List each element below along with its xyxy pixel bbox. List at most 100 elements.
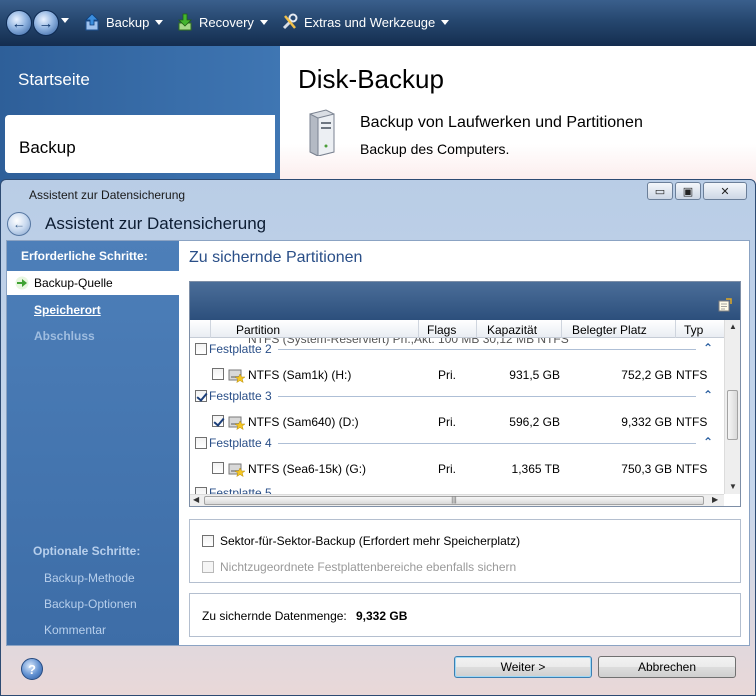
table-row[interactable]: NTFS (Sam640) (D:) Pri. 596,2 GB 9,332 G… bbox=[190, 411, 724, 433]
partition-table: Partition Flags Kapazität Belegter Platz… bbox=[189, 281, 741, 507]
partition-capacity: 596,2 GB bbox=[509, 415, 560, 429]
wizard-steps-panel: Erforderliche Schritte: Backup-Quelle Sp… bbox=[7, 241, 179, 645]
partition-name: NTFS (Sam1k) (H:) bbox=[248, 368, 352, 382]
back-icon[interactable]: ← bbox=[6, 10, 32, 36]
column-partition[interactable]: Partition bbox=[236, 323, 280, 337]
column-flags[interactable]: Flags bbox=[427, 323, 456, 337]
partition-type: NTFS bbox=[676, 462, 708, 476]
partition-used: 752,2 GB bbox=[621, 368, 672, 382]
disk-checkbox[interactable] bbox=[195, 343, 207, 355]
disk-row-festplatte-4[interactable]: Festplatte 4 ⌃ bbox=[190, 434, 724, 452]
forward-icon[interactable]: → bbox=[33, 10, 59, 36]
disk-row-festplatte-5[interactable]: Festplatte 5 bbox=[190, 484, 724, 494]
scroll-down-icon[interactable]: ▼ bbox=[729, 482, 737, 491]
backup-arrow-icon bbox=[85, 13, 99, 31]
scroll-thumb[interactable] bbox=[727, 390, 738, 440]
chevron-down-icon bbox=[259, 19, 268, 25]
maximize-icon: ▣ bbox=[682, 185, 694, 198]
close-button[interactable]: ✕ bbox=[703, 182, 747, 200]
table-rows: NTFS (System-Reserviert) Pri.,Akt. 100 M… bbox=[190, 338, 724, 494]
column-separator bbox=[561, 320, 562, 338]
partition-flags: Pri. bbox=[438, 462, 456, 476]
partition-capacity: 931,5 GB bbox=[509, 368, 560, 382]
horizontal-scrollbar[interactable]: ◀ ||| ▶ bbox=[190, 494, 724, 506]
step-storage-location[interactable]: Speicherort bbox=[34, 303, 101, 317]
menu-tools-label: Extras und Werkzeuge bbox=[304, 14, 436, 30]
tools-icon bbox=[282, 13, 298, 30]
column-separator bbox=[418, 320, 419, 338]
table-header: Partition Flags Kapazität Belegter Platz… bbox=[190, 320, 724, 338]
collapse-icon[interactable]: ⌃ bbox=[703, 435, 713, 449]
main-subtitle: Backup von Laufwerken und Partitionen bbox=[360, 114, 643, 131]
content-title: Zu sichernde Partitionen bbox=[189, 249, 363, 266]
sidebar-item-backup-label: Backup bbox=[19, 138, 76, 157]
table-row[interactable]: NTFS (Sea6-15k) (G:) Pri. 1,365 TB 750,3… bbox=[190, 458, 724, 480]
divider bbox=[278, 396, 696, 397]
disk-row-festplatte-2[interactable]: Festplatte 2 ⌃ bbox=[190, 340, 724, 358]
column-chooser-icon[interactable] bbox=[718, 298, 732, 312]
disk-checkbox[interactable] bbox=[195, 437, 207, 449]
minimize-button[interactable]: ▭ bbox=[647, 182, 673, 200]
collapse-icon[interactable]: ⌃ bbox=[703, 388, 713, 402]
partition-name: NTFS (Sea6-15k) (G:) bbox=[248, 462, 367, 476]
help-button[interactable]: ? bbox=[21, 658, 43, 680]
main-description: Backup des Computers. bbox=[360, 141, 510, 157]
collapse-icon[interactable]: ⌃ bbox=[703, 341, 713, 355]
disk-checkbox[interactable] bbox=[195, 487, 207, 494]
disk-checkbox[interactable] bbox=[195, 390, 207, 402]
menu-backup[interactable]: Backup bbox=[84, 13, 164, 31]
unallocated-label: Nichtzugeordnete Festplattenbereiche ebe… bbox=[220, 560, 517, 574]
scroll-left-icon[interactable]: ◀ bbox=[193, 495, 199, 504]
back-icon[interactable]: ← bbox=[7, 212, 31, 236]
close-icon: ✕ bbox=[720, 185, 730, 198]
optional-steps-heading: Optionale Schritte: bbox=[33, 544, 141, 558]
menu-tools[interactable]: Extras und Werkzeuge bbox=[282, 13, 450, 31]
sector-by-sector-option[interactable]: Sektor-für-Sektor-Backup (Erfordert mehr… bbox=[202, 534, 520, 548]
history-dropdown-icon[interactable] bbox=[61, 18, 69, 23]
divider bbox=[278, 349, 696, 350]
dialog-body: Erforderliche Schritte: Backup-Quelle Sp… bbox=[6, 240, 750, 646]
table-toolbar bbox=[190, 282, 740, 320]
scroll-right-icon[interactable]: ▶ bbox=[712, 495, 718, 504]
partition-type: NTFS bbox=[676, 368, 708, 382]
disk-row-festplatte-3[interactable]: Festplatte 3 ⌃ bbox=[190, 387, 724, 405]
sector-by-sector-checkbox[interactable] bbox=[202, 535, 214, 547]
menu-recovery[interactable]: Recovery bbox=[177, 13, 268, 31]
step-backup-method[interactable]: Backup-Methode bbox=[44, 571, 135, 585]
sector-by-sector-label: Sektor-für-Sektor-Backup (Erfordert mehr… bbox=[220, 534, 521, 548]
partition-checkbox[interactable] bbox=[212, 462, 224, 474]
column-used[interactable]: Belegter Platz bbox=[572, 323, 647, 337]
next-button[interactable]: Weiter > bbox=[454, 656, 592, 678]
table-row[interactable]: NTFS (Sam1k) (H:) Pri. 931,5 GB 752,2 GB… bbox=[190, 364, 724, 386]
partition-drive-icon bbox=[228, 369, 246, 384]
step-comment[interactable]: Kommentar bbox=[44, 623, 106, 637]
sidebar-item-startseite[interactable]: Startseite bbox=[18, 70, 90, 90]
step-backup-source[interactable]: Backup-Quelle bbox=[7, 271, 179, 295]
maximize-button[interactable]: ▣ bbox=[675, 182, 701, 200]
cancel-button-label: Abbrechen bbox=[637, 660, 697, 674]
step-backup-source-label: Backup-Quelle bbox=[34, 276, 113, 290]
disk-label: Festplatte 4 bbox=[209, 436, 272, 450]
scroll-thumb[interactable]: ||| bbox=[204, 496, 704, 505]
scroll-up-icon[interactable]: ▲ bbox=[729, 322, 737, 331]
column-separator bbox=[210, 320, 211, 338]
step-backup-options[interactable]: Backup-Optionen bbox=[44, 597, 137, 611]
vertical-scrollbar[interactable]: ▲ ▼ bbox=[724, 320, 740, 494]
partition-checkbox[interactable] bbox=[212, 368, 224, 380]
column-type[interactable]: Typ bbox=[684, 323, 703, 337]
data-amount-value: 9,332 GB bbox=[356, 609, 408, 623]
dialog-window-title: Assistent zur Datensicherung bbox=[29, 188, 186, 202]
page-title: Disk-Backup bbox=[298, 64, 444, 94]
cancel-button[interactable]: Abbrechen bbox=[598, 656, 736, 678]
partition-capacity: 1,365 TB bbox=[511, 462, 560, 476]
partition-drive-icon bbox=[228, 463, 246, 478]
partition-checkbox[interactable] bbox=[212, 415, 224, 427]
divider bbox=[278, 443, 696, 444]
backup-wizard-dialog: Assistent zur Datensicherung ▭ ▣ ✕ ← Ass… bbox=[0, 179, 756, 696]
unallocated-option: Nichtzugeordnete Festplattenbereiche ebe… bbox=[202, 560, 516, 574]
summary-box: Zu sichernde Datenmenge: 9,332 GB bbox=[189, 593, 741, 637]
recovery-arrow-icon bbox=[178, 13, 192, 31]
chevron-down-icon bbox=[155, 19, 164, 25]
menu-backup-label: Backup bbox=[106, 14, 150, 30]
column-capacity[interactable]: Kapazität bbox=[487, 323, 537, 337]
